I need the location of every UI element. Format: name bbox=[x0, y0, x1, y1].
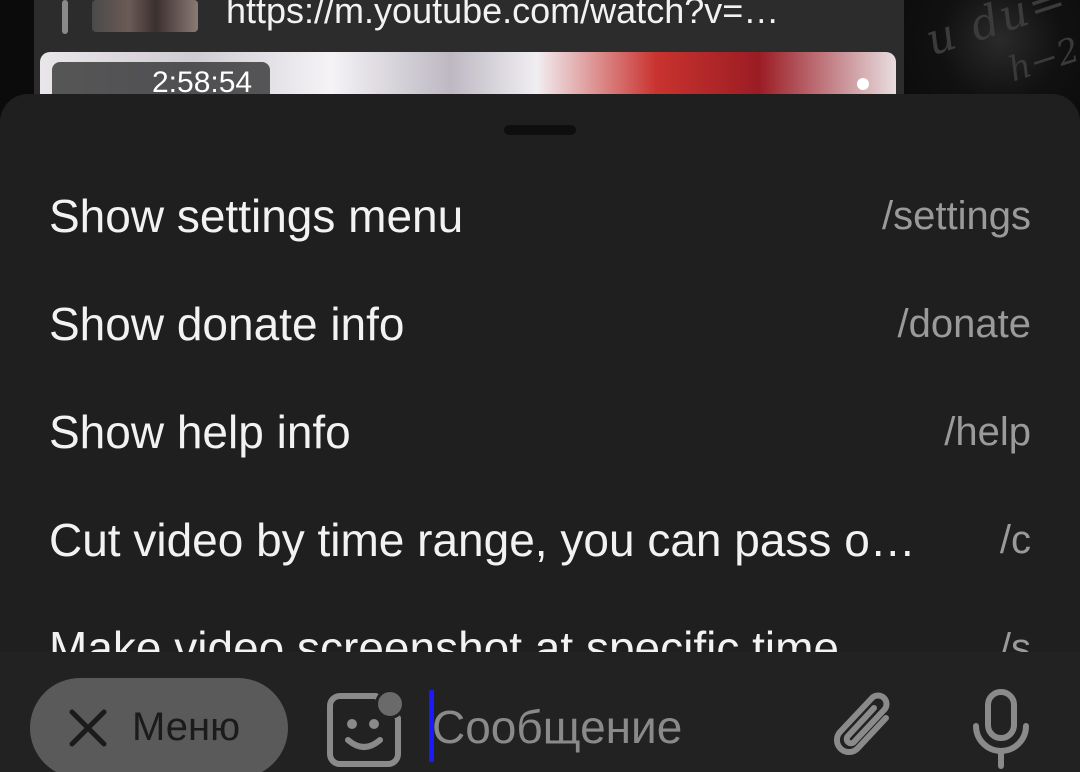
message-input[interactable] bbox=[432, 692, 812, 762]
command-name: /donate bbox=[897, 302, 1031, 346]
command-name: /help bbox=[944, 410, 1031, 454]
link-url[interactable]: https://m.youtube.com/watch?v=… bbox=[226, 0, 779, 32]
command-name: /settings bbox=[882, 194, 1031, 238]
link-preview-accent bbox=[62, 0, 68, 34]
microphone-icon[interactable] bbox=[966, 688, 1036, 770]
telegram-chat-screen: u du= h−2 https://m.youtube.com/watch?v=… bbox=[0, 0, 1080, 772]
command-item[interactable]: Cut video by time range, you can pass o…… bbox=[0, 486, 1080, 594]
command-item[interactable]: Make video screenshot at specific time… … bbox=[0, 594, 1080, 654]
link-preview-thumbnail[interactable] bbox=[92, 0, 198, 32]
command-item[interactable]: Show settings menu /settings bbox=[0, 162, 1080, 270]
command-description: Show settings menu bbox=[49, 190, 464, 242]
bot-commands-sheet: Show settings menu /settings Show donate… bbox=[0, 94, 1080, 654]
command-item[interactable]: Show donate info /donate bbox=[0, 270, 1080, 378]
sheet-drag-handle[interactable] bbox=[504, 125, 576, 135]
menu-button[interactable]: Меню bbox=[30, 678, 288, 772]
sticker-badge-dot bbox=[375, 689, 405, 719]
command-item[interactable]: Show help info /help bbox=[0, 378, 1080, 486]
video-indicator-dot bbox=[857, 78, 869, 90]
command-name: /c bbox=[999, 518, 1031, 562]
command-description: Make video screenshot at specific time… bbox=[49, 622, 886, 654]
command-description: Cut video by time range, you can pass o… bbox=[49, 514, 916, 566]
attach-icon[interactable] bbox=[828, 688, 902, 768]
close-icon bbox=[69, 709, 107, 747]
command-name: /s bbox=[999, 626, 1031, 654]
command-description: Show help info bbox=[49, 406, 351, 458]
menu-button-label: Меню bbox=[132, 705, 241, 749]
message-input-bar: Меню bbox=[0, 652, 1080, 772]
command-description: Show donate info bbox=[49, 298, 405, 350]
